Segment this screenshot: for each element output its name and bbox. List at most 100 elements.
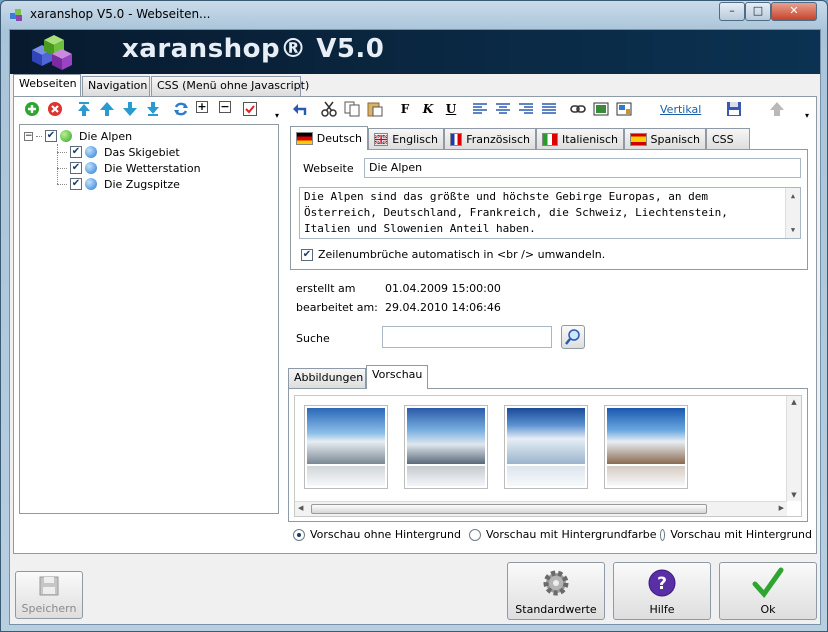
- save-button[interactable]: Speichern: [15, 571, 83, 619]
- edited-label: bearbeitet am:: [296, 301, 378, 314]
- tab-spanisch[interactable]: Spanisch: [624, 128, 706, 150]
- help-button[interactable]: ? Hilfe: [613, 562, 711, 620]
- cut-icon[interactable]: [321, 101, 337, 117]
- italic-icon[interactable]: K: [420, 101, 436, 117]
- expand-icon[interactable]: +: [196, 101, 208, 113]
- radio-button[interactable]: [660, 528, 666, 541]
- align-center-icon[interactable]: [495, 101, 511, 117]
- tab-vorschau[interactable]: Vorschau: [366, 365, 428, 389]
- flag-fr-icon: [450, 133, 463, 146]
- floppy-icon: [37, 574, 61, 598]
- scroll-thumb[interactable]: [311, 504, 707, 514]
- thumbnail-1[interactable]: [304, 405, 388, 489]
- tree-item-label: Die Alpen: [79, 129, 133, 143]
- tab-abbildungen[interactable]: Abbildungen: [288, 368, 366, 389]
- linebreak-option[interactable]: ✔ Zeilenumbrüche automatisch in <br /> u…: [301, 248, 605, 261]
- align-left-icon[interactable]: [472, 101, 488, 117]
- insert-icon[interactable]: [616, 101, 632, 117]
- radio-label: Vorschau mit Hintergrund: [670, 528, 812, 541]
- defaults-button[interactable]: Standardwerte: [507, 562, 605, 620]
- flag-es-icon: [630, 133, 647, 146]
- tab-italienisch[interactable]: Italienisch: [536, 128, 624, 150]
- tree-item[interactable]: ✔ Die Zugspitze: [57, 176, 180, 192]
- save-icon[interactable]: [726, 101, 742, 117]
- tree-item-label: Die Zugspitze: [104, 177, 180, 191]
- align-right-icon[interactable]: [518, 101, 534, 117]
- tab-css[interactable]: CSS (Menü ohne Javascript): [151, 76, 309, 96]
- move-bottom-icon[interactable]: [145, 101, 161, 117]
- defaults-label: Standardwerte: [515, 603, 597, 616]
- flag-gb-icon: [374, 133, 389, 146]
- tab-css-lang[interactable]: CSS: [706, 128, 750, 150]
- image-icon[interactable]: [593, 101, 609, 117]
- help-icon: ?: [646, 567, 678, 599]
- ok-button[interactable]: Ok: [719, 562, 817, 620]
- move-top-icon[interactable]: [76, 101, 92, 117]
- tab-franzoesisch[interactable]: Französisch: [444, 128, 536, 150]
- radio-button[interactable]: [293, 528, 305, 541]
- thumbnail-scrollbar-h[interactable]: ◀ ▶: [295, 501, 787, 516]
- add-icon[interactable]: [24, 101, 40, 117]
- maximize-button[interactable]: □: [745, 2, 771, 21]
- tab-deutsch[interactable]: Deutsch: [290, 126, 368, 150]
- tree-item[interactable]: ✔ Das Skigebiet: [57, 144, 180, 160]
- tab-label: Englisch: [392, 133, 438, 146]
- thumbnail-4[interactable]: [604, 405, 688, 489]
- collapse-toggle-icon[interactable]: −: [24, 131, 33, 141]
- description-textarea[interactable]: Die Alpen sind das größte und höchste Ge…: [299, 187, 801, 239]
- title-bar: xaranshop V5.0 - Webseiten... – □ ✕: [1, 1, 827, 29]
- tab-englisch[interactable]: Englisch: [368, 128, 444, 150]
- tree-item[interactable]: ✔ Die Wetterstation: [57, 160, 201, 176]
- edited-value: 29.04.2010 14:06:46: [385, 301, 501, 314]
- undo-icon[interactable]: [291, 101, 307, 117]
- description-line: Österreich, Deutschland, Frankreich, die…: [304, 206, 728, 219]
- thumbnail-2[interactable]: [404, 405, 488, 489]
- radio-mit-hintergrund[interactable]: Vorschau mit Hintergrund: [660, 528, 812, 541]
- check-icon[interactable]: [242, 101, 258, 117]
- radio-label: Vorschau mit Hintergrundfarbe: [486, 528, 657, 541]
- window-title: xaranshop V5.0 - Webseiten...: [30, 7, 211, 21]
- tab-navigation[interactable]: Navigation: [82, 76, 150, 96]
- copy-icon[interactable]: [344, 101, 360, 117]
- toolbar-overflow-icon[interactable]: ▾: [799, 107, 815, 123]
- tree-item-checkbox[interactable]: ✔: [70, 162, 82, 174]
- tab-webseiten[interactable]: Webseiten: [13, 74, 81, 96]
- collapse-icon[interactable]: −: [219, 101, 231, 113]
- move-up-icon[interactable]: [99, 101, 115, 117]
- checkmark-icon: [752, 567, 784, 599]
- tree-item-checkbox[interactable]: ✔: [70, 146, 82, 158]
- refresh-icon[interactable]: [173, 101, 189, 117]
- thumbnail-3[interactable]: [504, 405, 588, 489]
- description-scrollbar[interactable]: ▲ ▼: [785, 188, 800, 238]
- tree-item-checkbox[interactable]: ✔: [70, 178, 82, 190]
- minimize-button[interactable]: –: [719, 2, 745, 21]
- vertikal-link[interactable]: Vertikal: [660, 103, 701, 116]
- tree-item-label: Die Wetterstation: [104, 161, 201, 175]
- svg-text:?: ?: [657, 574, 667, 594]
- root-checkbox[interactable]: ✔: [45, 130, 57, 142]
- flag-de-icon: [296, 132, 313, 145]
- search-button[interactable]: [561, 325, 585, 349]
- search-input[interactable]: [382, 326, 552, 348]
- delete-icon[interactable]: [47, 101, 63, 117]
- link-icon[interactable]: [570, 101, 586, 117]
- paste-icon[interactable]: [367, 101, 383, 117]
- up-icon[interactable]: [769, 101, 785, 117]
- tab-label: Italienisch: [562, 133, 618, 146]
- preview-panel: ▲ ▼ ◀ ▶: [288, 388, 808, 522]
- radio-hintergrundfarbe[interactable]: Vorschau mit Hintergrundfarbe: [469, 528, 657, 541]
- close-button[interactable]: ✕: [771, 2, 817, 21]
- move-down-icon[interactable]: [122, 101, 138, 117]
- align-justify-icon[interactable]: [541, 101, 557, 117]
- linebreak-checkbox[interactable]: ✔: [301, 248, 313, 261]
- status-green-icon: [60, 130, 72, 142]
- webseite-input[interactable]: Die Alpen: [364, 158, 801, 178]
- gear-icon: [540, 567, 572, 599]
- tree-root[interactable]: − ✔ Die Alpen: [24, 128, 132, 144]
- bold-icon[interactable]: F: [397, 101, 413, 117]
- radio-button[interactable]: [469, 528, 481, 541]
- underline-icon[interactable]: U: [443, 101, 459, 117]
- radio-ohne-hintergrund[interactable]: Vorschau ohne Hintergrund: [293, 528, 461, 541]
- thumbnail-scrollbar-v[interactable]: ▲ ▼: [786, 396, 801, 501]
- toolbar-overflow-icon[interactable]: ▾: [269, 107, 285, 123]
